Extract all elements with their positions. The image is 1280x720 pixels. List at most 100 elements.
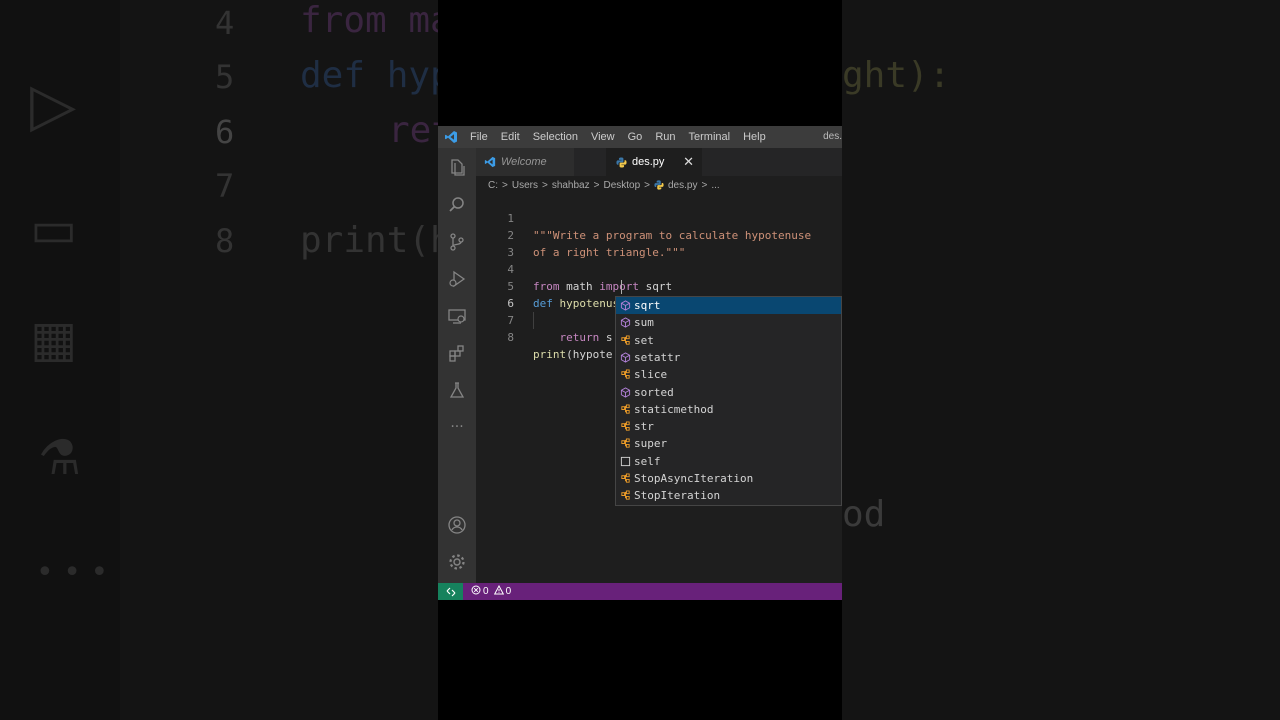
- error-icon: [471, 585, 481, 598]
- testing-icon[interactable]: [438, 373, 476, 407]
- account-icon[interactable]: [438, 508, 476, 542]
- indent-guide: [533, 312, 534, 329]
- background-flask-icon: ⚗: [38, 430, 82, 486]
- more-icon[interactable]: ···: [438, 410, 476, 444]
- tab-bar: Welcome des.py ✕: [476, 148, 842, 176]
- background-code-line: od: [842, 494, 886, 535]
- suggestion-item-sum[interactable]: sum: [616, 314, 841, 331]
- settings-gear-icon[interactable]: [438, 545, 476, 579]
- background-debug-icon: ▷: [30, 70, 77, 140]
- background-code-line: from ma: [300, 0, 438, 41]
- code-line: 8 print(hypote: [476, 312, 612, 361]
- suggestion-label: self: [634, 454, 661, 468]
- class-icon: [616, 490, 634, 501]
- suggestion-item-stopiteration[interactable]: StopIteration: [616, 487, 841, 504]
- suggestion-label: StopAsyncIteration: [634, 472, 754, 485]
- code-text: """Write a program to calculate hypotenu…: [533, 229, 812, 242]
- menu-run[interactable]: Run: [649, 126, 682, 148]
- class-icon: [616, 438, 634, 449]
- tab-des-py[interactable]: des.py ✕: [606, 148, 702, 176]
- error-count: 0: [483, 586, 489, 597]
- background-left-panel: 4 5 6 7 8 from ma def hyp ret print(h ▷ …: [0, 0, 438, 720]
- suggestion-item-set[interactable]: set: [616, 332, 841, 349]
- chevron-right-icon: >: [593, 179, 600, 191]
- background-code-line: print(h: [300, 220, 438, 261]
- activity-bar: ···: [438, 148, 476, 583]
- class-icon: [616, 421, 634, 432]
- breadcrumb-item[interactable]: shahbaz: [552, 180, 590, 191]
- search-icon[interactable]: [438, 188, 476, 222]
- vscode-logo-icon: [484, 156, 496, 168]
- code-line: 1 """Write a program to calculate hypote…: [476, 193, 811, 242]
- menu-help[interactable]: Help: [737, 126, 773, 148]
- chevron-right-icon: >: [644, 179, 650, 191]
- background-more-icon: • • •: [36, 555, 109, 590]
- tab-welcome[interactable]: Welcome: [476, 148, 574, 176]
- chevron-right-icon: >: [541, 179, 548, 191]
- menu-selection[interactable]: Selection: [527, 126, 585, 148]
- suggestion-label: sorted: [634, 385, 674, 399]
- background-line-number: 6: [215, 113, 235, 151]
- suggestion-item-stopasynciteration[interactable]: StopAsyncIteration: [616, 470, 841, 487]
- code-text: from math import sqrt: [533, 280, 673, 293]
- extensions-icon[interactable]: [438, 336, 476, 370]
- menu-edit[interactable]: Edit: [495, 126, 527, 148]
- class-icon: [616, 335, 634, 346]
- python-file-icon: [654, 180, 664, 190]
- suggestion-label: sqrt: [634, 299, 661, 312]
- suggestion-item-self[interactable]: self: [616, 453, 841, 470]
- suggestion-item-sorted[interactable]: sorted: [616, 384, 841, 401]
- class-icon: [616, 473, 634, 484]
- suggestion-label: slice: [634, 368, 668, 382]
- suggestion-item-super[interactable]: super: [616, 435, 841, 452]
- python-file-icon: [616, 156, 627, 168]
- remote-indicator-icon[interactable]: [438, 583, 463, 600]
- status-bar: 0 0: [438, 583, 842, 600]
- code-line: 5 def hypotenuse(base, height):: [476, 261, 725, 310]
- explorer-icon[interactable]: [438, 151, 476, 185]
- breadcrumb-item[interactable]: ...: [711, 180, 719, 191]
- code-line: 3: [476, 227, 516, 259]
- breadcrumb: C: > Users > shahbaz > Desktop > des.py …: [488, 176, 724, 194]
- suggestion-label: super: [634, 437, 668, 451]
- background-remote-icon: ▭: [30, 200, 78, 258]
- breadcrumb-item[interactable]: Desktop: [603, 180, 640, 191]
- breadcrumb-item[interactable]: Users: [512, 180, 538, 191]
- module-icon: [616, 317, 634, 328]
- suggestion-label: StopIteration: [634, 489, 721, 503]
- background-line-number: 5: [215, 58, 235, 96]
- chevron-right-icon: >: [502, 179, 508, 191]
- suggestion-label: set: [634, 333, 654, 347]
- problems-indicator[interactable]: 0 0: [471, 584, 513, 598]
- background-code-line: def hyp: [300, 55, 438, 96]
- background-line-number: 4: [215, 4, 235, 42]
- source-control-icon[interactable]: [438, 225, 476, 259]
- menu-view[interactable]: View: [585, 126, 622, 148]
- suggestion-item-sqrt[interactable]: sqrt: [616, 297, 841, 314]
- suggestion-label: setattr: [634, 350, 681, 364]
- code-line-current: 6 return s: [476, 278, 612, 344]
- menu-go[interactable]: Go: [622, 126, 650, 148]
- suggestion-label: staticmethod: [634, 402, 714, 416]
- suggestion-item-str[interactable]: str: [616, 418, 841, 435]
- menu-terminal[interactable]: Terminal: [683, 126, 738, 148]
- breadcrumb-item[interactable]: C:: [488, 180, 498, 191]
- remote-explorer-icon[interactable]: [438, 299, 476, 333]
- menu-file[interactable]: File: [464, 126, 495, 148]
- close-icon[interactable]: ✕: [683, 154, 694, 170]
- warning-icon: [493, 584, 504, 598]
- run-debug-icon[interactable]: [438, 262, 476, 296]
- module-icon: [616, 300, 634, 311]
- suggestion-label: str: [634, 420, 654, 434]
- breadcrumb-item[interactable]: des.py: [668, 180, 697, 191]
- chevron-right-icon: >: [701, 179, 708, 191]
- background-line-number: 7: [215, 167, 235, 205]
- suggestion-item-slice[interactable]: slice: [616, 366, 841, 383]
- title-bar: File Edit Selection View Go Run Terminal…: [438, 126, 842, 148]
- variable-icon: [616, 456, 634, 467]
- class-icon: [616, 369, 634, 380]
- suggestion-item-staticmethod[interactable]: staticmethod: [616, 401, 841, 418]
- autocomplete-suggestions: sqrt sum set setattr slice sorted staticmethod…: [615, 296, 842, 506]
- suggestion-item-setattr[interactable]: setattr: [616, 349, 841, 366]
- vscode-logo-icon: [438, 130, 464, 144]
